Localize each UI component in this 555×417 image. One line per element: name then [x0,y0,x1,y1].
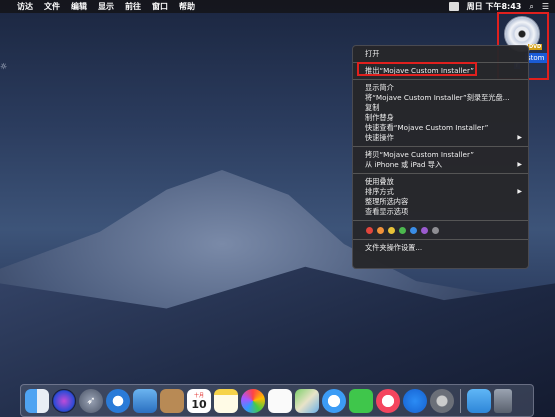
notification-center-icon[interactable]: ☰ [542,2,549,11]
photos-icon[interactable] [241,388,265,413]
menu-item-duplicate[interactable]: 复制 [353,103,528,113]
app-store-icon[interactable] [403,388,427,413]
tag-red[interactable] [366,226,373,234]
tag-yellow[interactable] [388,226,395,234]
menu-item-sort-by[interactable]: 排序方式 ▶ [353,187,528,197]
tag-color-row [353,224,528,236]
menu-help[interactable]: 帮助 [179,1,195,12]
menu-finder[interactable]: 访达 [17,1,33,12]
downloads-folder-icon[interactable] [467,388,491,413]
reminders-icon[interactable] [268,388,292,413]
trash-icon[interactable] [494,388,512,413]
preview-icon[interactable] [133,388,157,413]
tag-blue[interactable] [410,226,417,234]
facetime-icon[interactable] [349,388,373,413]
calendar-day: 10 [191,397,207,411]
menu-separator [353,239,528,240]
safari-icon[interactable] [106,388,130,413]
menu-item-clean-up[interactable]: 整理所选内容 [353,197,528,207]
spotlight-search-icon[interactable]: ⌕ [529,2,533,12]
menu-item-label: 快速操作 [365,133,394,142]
menu-item-open[interactable]: 打开 [353,49,528,59]
menubar-clock[interactable]: 周日 下午8:43 [467,1,522,12]
menu-item-quick-actions[interactable]: 快速操作 ▶ [353,133,528,143]
siri-icon[interactable] [52,388,76,413]
menu-separator [353,173,528,174]
menu-edit[interactable]: 编辑 [71,1,87,12]
menu-item-get-info[interactable]: 显示简介 [353,83,528,93]
menu-item-quick-look[interactable]: 快速查看“Mojave Custom Installer” [353,123,528,133]
dock: ➶ 十月 10 [20,384,534,417]
menu-file[interactable]: 文件 [44,1,60,12]
menu-item-copy[interactable]: 拷贝“Mojave Custom Installer” [353,150,528,160]
menu-item-make-alias[interactable]: 制作替身 [353,113,528,123]
tag-orange[interactable] [377,226,384,234]
contacts-icon[interactable] [160,388,184,413]
submenu-arrow-icon: ▶ [517,188,522,195]
context-menu: 打开 推出“Mojave Custom Installer” 显示简介 将“Mo… [352,45,529,269]
menu-separator [353,79,528,80]
music-icon[interactable] [376,388,400,413]
menu-separator [353,220,528,221]
launchpad-icon[interactable]: ➶ [79,388,103,413]
menu-item-label: 排序方式 [365,187,394,196]
messages-icon[interactable] [322,388,346,413]
tag-green[interactable] [399,226,406,234]
notes-icon[interactable] [214,388,238,413]
menu-item-view-options[interactable]: 查看显示选项 [353,207,528,217]
input-method-icon[interactable] [448,2,459,11]
finder-icon[interactable] [25,388,49,413]
eject-highlight-box [357,62,477,76]
system-preferences-icon[interactable] [430,388,454,413]
menu-item-import-iphone[interactable]: 从 iPhone 或 iPad 导入 ▶ [353,160,528,170]
menu-item-burn[interactable]: 将“Mojave Custom Installer”刻录至光盘... [353,93,528,103]
tag-gray[interactable] [432,226,439,234]
tag-purple[interactable] [421,226,428,234]
submenu-arrow-icon: ▶ [517,161,522,168]
menu-item-folder-actions[interactable]: 文件夹操作设置... [353,243,528,253]
maps-icon[interactable] [295,388,319,413]
calendar-icon[interactable]: 十月 10 [187,388,211,413]
menu-window[interactable]: 窗口 [152,1,168,12]
menu-bar: 访达 文件 编辑 显示 前往 窗口 帮助 周日 下午8:43 ⌕ ☰ [0,0,555,13]
menu-item-label: 从 iPhone 或 iPad 导入 [365,160,443,169]
desktop-edge-icon: ☼ [0,62,8,71]
menu-go[interactable]: 前往 [125,1,141,12]
dock-divider [460,388,461,413]
menu-item-use-stacks[interactable]: 使用叠放 [353,177,528,187]
menu-view[interactable]: 显示 [98,1,114,12]
menu-separator [353,146,528,147]
submenu-arrow-icon: ▶ [517,134,522,141]
